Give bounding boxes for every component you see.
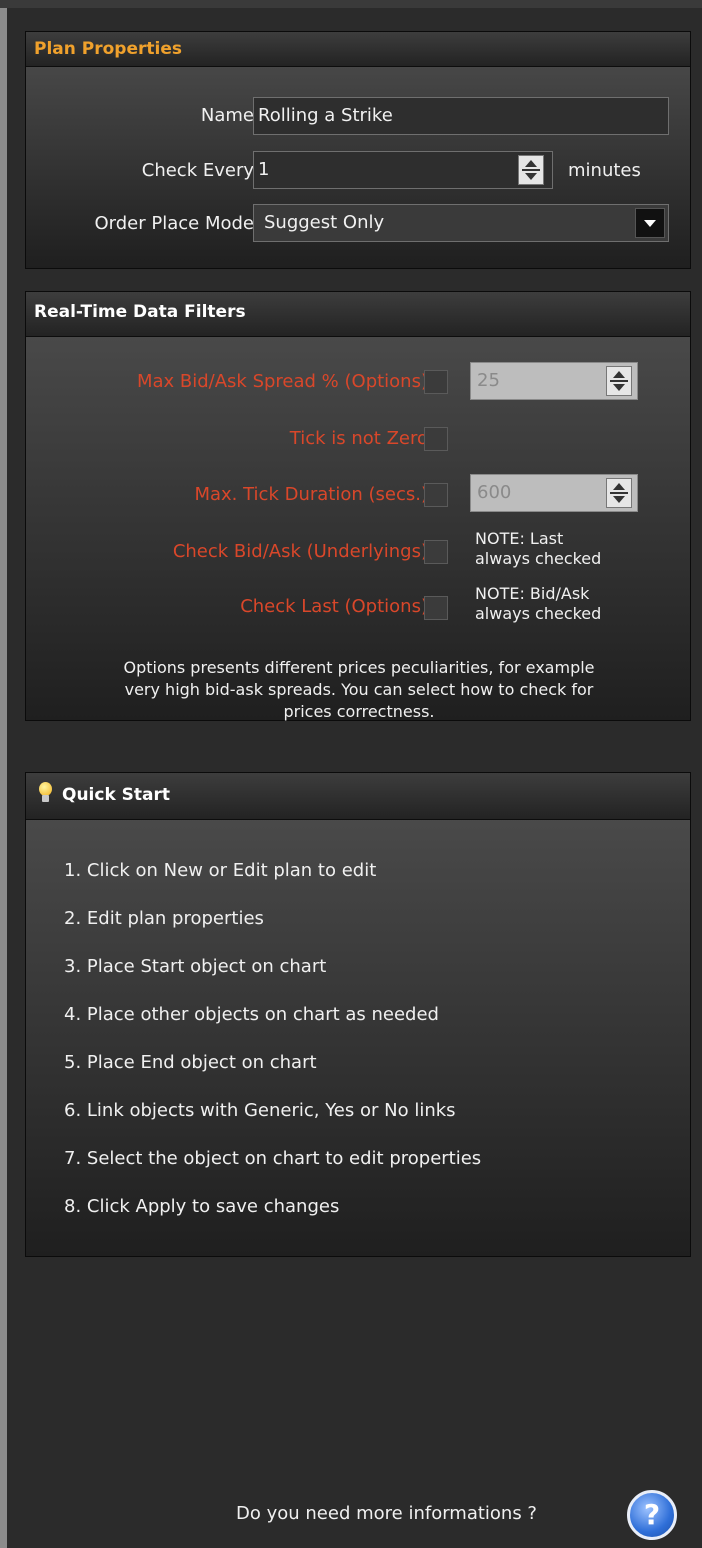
- max-spread-label: Max Bid/Ask Spread % (Options): [136, 371, 428, 392]
- check-every-spin-buttons[interactable]: [518, 155, 544, 185]
- check-every-unit: minutes: [568, 160, 641, 181]
- spin-down-icon[interactable]: [613, 384, 625, 391]
- order-mode-value: Suggest Only: [264, 212, 385, 233]
- spin-up-icon[interactable]: [525, 160, 537, 167]
- window-top-edge: [0, 0, 702, 8]
- filters-description-line3: prices correctness.: [283, 702, 435, 721]
- max-tick-duration-checkbox[interactable]: [424, 483, 448, 507]
- tick-not-zero-checkbox[interactable]: [424, 427, 448, 451]
- check-every-stepper[interactable]: 1: [253, 151, 553, 189]
- plan-properties-panel: Plan Properties Name Rolling a Strike Ch…: [25, 31, 691, 269]
- spin-down-icon[interactable]: [613, 496, 625, 503]
- order-mode-select[interactable]: Suggest Only: [253, 204, 669, 242]
- quick-start-panel: Quick Start 1. Click on New or Edit plan…: [25, 772, 691, 1257]
- check-last-label: Check Last (Options): [240, 596, 428, 617]
- name-value: Rolling a Strike: [258, 105, 393, 126]
- check-bid-ask-label: Check Bid/Ask (Underlyings): [172, 541, 428, 562]
- spin-divider: [522, 169, 540, 171]
- help-link[interactable]: Do you need more informations ?: [236, 1503, 537, 1524]
- lightbulb-icon: [38, 782, 52, 804]
- check-last-note: NOTE: Bid/Ask always checked: [475, 584, 601, 624]
- list-item: 1. Click on New or Edit plan to edit: [64, 860, 377, 881]
- name-field[interactable]: Rolling a Strike: [253, 97, 669, 135]
- max-tick-duration-stepper[interactable]: 600: [470, 474, 638, 512]
- check-bid-ask-note-line2: always checked: [475, 549, 602, 568]
- check-bid-ask-note: NOTE: Last always checked: [475, 529, 601, 569]
- max-spread-value: 25: [477, 370, 500, 391]
- plan-properties-title: Plan Properties: [26, 32, 690, 67]
- chevron-down-icon[interactable]: [635, 208, 665, 238]
- check-last-note-line2: always checked: [475, 604, 602, 623]
- window-left-edge: [0, 0, 7, 1548]
- help-icon[interactable]: ?: [627, 1490, 677, 1540]
- filters-description-line2: very high bid-ask spreads. You can selec…: [124, 680, 594, 699]
- filters-description: Options presents different prices peculi…: [26, 657, 692, 723]
- max-spread-checkbox[interactable]: [424, 370, 448, 394]
- list-item: 7. Select the object on chart to edit pr…: [64, 1148, 482, 1169]
- max-spread-stepper[interactable]: 25: [470, 362, 638, 400]
- spin-down-icon[interactable]: [525, 173, 537, 180]
- list-item: 5. Place End object on chart: [64, 1052, 317, 1073]
- max-tick-duration-spin-buttons[interactable]: [606, 478, 632, 508]
- spin-divider: [610, 492, 628, 494]
- spin-up-icon[interactable]: [613, 371, 625, 378]
- check-last-note-line1: NOTE: Bid/Ask: [475, 584, 590, 603]
- list-item: 2. Edit plan properties: [64, 908, 264, 929]
- quick-start-header: Quick Start: [26, 773, 690, 820]
- filters-panel: Real-Time Data Filters Max Bid/Ask Sprea…: [25, 291, 691, 721]
- order-mode-label: Order Place Mode: [94, 213, 255, 234]
- name-label: Name: [200, 105, 254, 126]
- list-item: 4. Place other objects on chart as neede…: [64, 1004, 439, 1025]
- max-tick-duration-label: Max. Tick Duration (secs.): [194, 484, 428, 505]
- list-item: 6. Link objects with Generic, Yes or No …: [64, 1100, 456, 1121]
- max-spread-spin-buttons[interactable]: [606, 366, 632, 396]
- spin-up-icon[interactable]: [613, 483, 625, 490]
- filters-description-line1: Options presents different prices peculi…: [123, 658, 595, 677]
- filters-title: Real-Time Data Filters: [26, 292, 690, 337]
- max-tick-duration-value: 600: [477, 482, 512, 503]
- tick-not-zero-label: Tick is not Zero: [289, 428, 428, 449]
- check-last-checkbox[interactable]: [424, 596, 448, 620]
- spin-divider: [610, 380, 628, 382]
- check-every-value: 1: [258, 159, 270, 180]
- quick-start-title: Quick Start: [62, 785, 171, 805]
- list-item: 3. Place Start object on chart: [64, 956, 327, 977]
- list-item: 8. Click Apply to save changes: [64, 1196, 340, 1217]
- check-bid-ask-checkbox[interactable]: [424, 540, 448, 564]
- check-bid-ask-note-line1: NOTE: Last: [475, 529, 564, 548]
- check-every-label: Check Every: [141, 160, 254, 181]
